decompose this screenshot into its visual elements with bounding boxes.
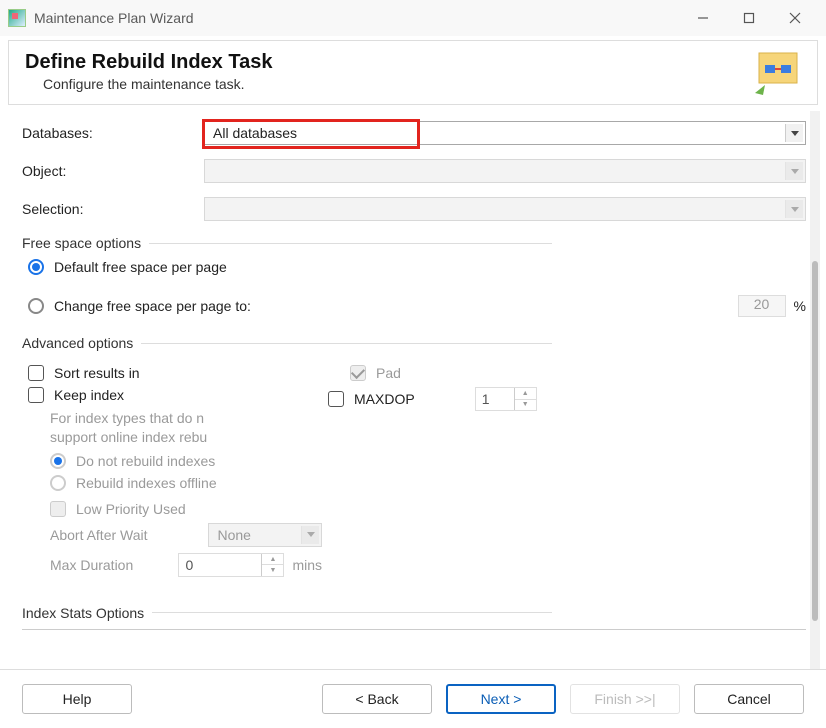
- close-button[interactable]: [772, 0, 818, 36]
- selection-dropdown: [204, 197, 806, 221]
- databases-label: Databases:: [22, 125, 204, 141]
- databases-dropdown[interactable]: All databases: [204, 121, 806, 145]
- spinner-up-icon: ▲: [262, 554, 283, 566]
- chevron-down-icon: [785, 162, 803, 180]
- databases-dropdown-value: All databases: [213, 125, 297, 141]
- page-title: Define Rebuild Index Task: [25, 51, 801, 74]
- chevron-down-icon: [785, 200, 803, 218]
- abort-after-wait-value: None: [217, 527, 250, 543]
- sort-results-checkbox[interactable]: [28, 365, 44, 381]
- keep-index-checkbox[interactable]: [28, 387, 44, 403]
- cancel-button[interactable]: Cancel: [694, 684, 804, 714]
- banner-art-icon: [753, 49, 809, 97]
- abort-after-wait-dropdown: None: [208, 523, 322, 547]
- help-button[interactable]: Help: [22, 684, 132, 714]
- chevron-down-icon: [301, 526, 319, 544]
- page-subtitle: Configure the maintenance task.: [43, 76, 801, 92]
- change-free-space-unit: %: [794, 298, 806, 314]
- wizard-footer: Help < Back Next > Finish >>| Cancel: [0, 669, 826, 728]
- maxdop-spinner: ▲▼: [475, 387, 537, 411]
- change-free-space-value: 20: [738, 295, 786, 317]
- low-priority-checkbox: [50, 501, 66, 517]
- pad-checkbox: [350, 365, 366, 381]
- low-priority-label: Low Priority Used: [76, 501, 186, 517]
- keep-index-label: Keep index: [54, 387, 124, 403]
- object-dropdown: [204, 159, 806, 183]
- spinner-up-icon: ▲: [515, 388, 536, 400]
- max-duration-unit: mins: [292, 557, 322, 573]
- wizard-header: Define Rebuild Index Task Configure the …: [8, 40, 818, 105]
- app-icon: [8, 9, 26, 27]
- pad-label: Pad: [376, 365, 401, 381]
- spinner-down-icon: ▼: [515, 400, 536, 411]
- spinner-down-icon: ▼: [262, 565, 283, 576]
- default-free-space-radio[interactable]: [28, 259, 44, 275]
- chevron-down-icon: [785, 124, 803, 142]
- minimize-button[interactable]: [680, 0, 726, 36]
- advanced-group-label: Advanced options: [22, 335, 141, 351]
- max-duration-label: Max Duration: [50, 557, 178, 573]
- free-space-group-label: Free space options: [22, 235, 149, 251]
- finish-button: Finish >>|: [570, 684, 680, 714]
- do-not-rebuild-radio: [50, 453, 66, 469]
- next-button[interactable]: Next >: [446, 684, 556, 714]
- index-stats-group-label: Index Stats Options: [22, 605, 152, 621]
- maxdop-label: MAXDOP: [354, 391, 415, 407]
- sort-results-label: Sort results in: [54, 365, 140, 381]
- window-title: Maintenance Plan Wizard: [34, 10, 194, 26]
- wizard-window: Maintenance Plan Wizard Define Rebuild I…: [0, 0, 826, 728]
- maxdop-checkbox[interactable]: [328, 391, 344, 407]
- maxdop-value: [476, 388, 514, 410]
- change-free-space-radio[interactable]: [28, 298, 44, 314]
- back-button[interactable]: < Back: [322, 684, 432, 714]
- do-not-rebuild-label: Do not rebuild indexes: [76, 453, 215, 469]
- scrollbar-thumb[interactable]: [812, 261, 818, 621]
- default-free-space-label: Default free space per page: [54, 259, 227, 275]
- vertical-scrollbar[interactable]: [810, 111, 820, 669]
- wizard-body: Databases: All databases Object:: [8, 111, 820, 669]
- max-duration-value: [179, 554, 261, 576]
- object-label: Object:: [22, 163, 204, 179]
- max-duration-spinner: ▲▼: [178, 553, 284, 577]
- rebuild-offline-label: Rebuild indexes offline: [76, 475, 217, 491]
- rebuild-offline-radio: [50, 475, 66, 491]
- selection-label: Selection:: [22, 201, 204, 217]
- titlebar: Maintenance Plan Wizard: [0, 0, 826, 36]
- change-free-space-label: Change free space per page to:: [54, 298, 251, 314]
- abort-after-wait-label: Abort After Wait: [50, 527, 208, 543]
- maximize-button[interactable]: [726, 0, 772, 36]
- online-index-note: For index types that do n support online…: [50, 409, 322, 447]
